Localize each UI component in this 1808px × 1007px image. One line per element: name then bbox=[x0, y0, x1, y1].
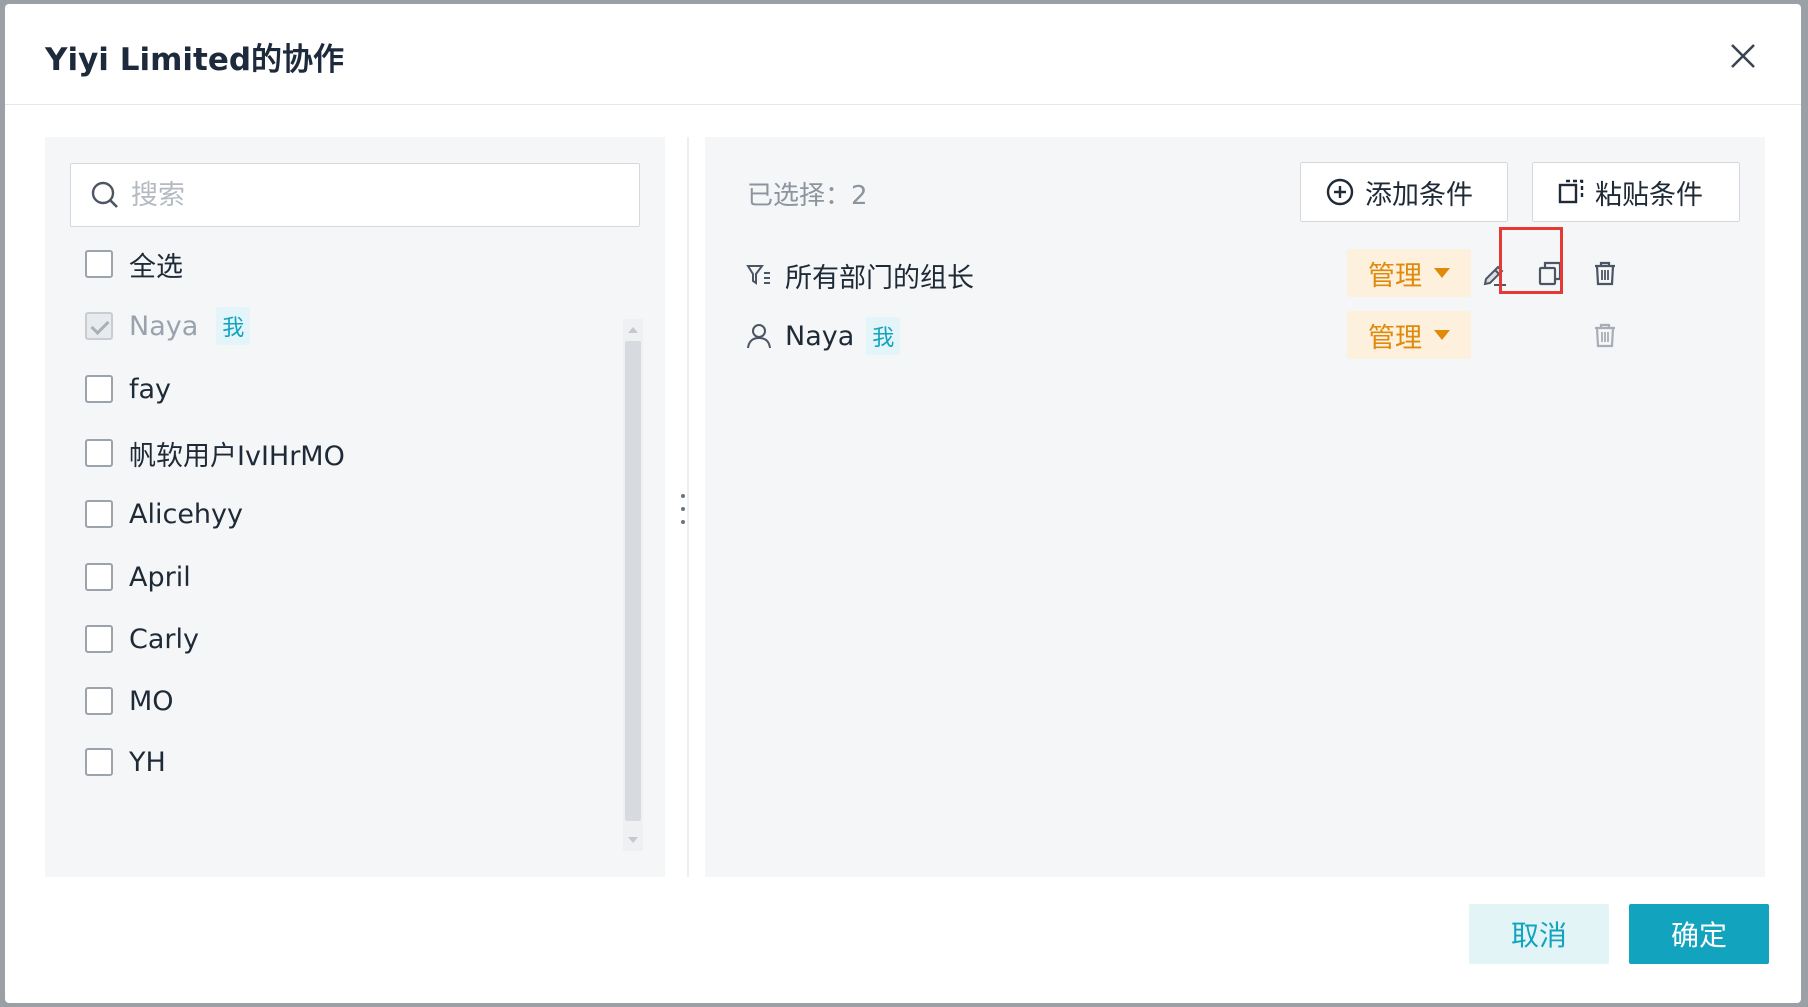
scroll-up-arrow[interactable] bbox=[628, 327, 638, 333]
member-checkbox[interactable] bbox=[85, 563, 113, 591]
close-button[interactable] bbox=[1723, 36, 1763, 76]
plus-circle-icon bbox=[1326, 178, 1354, 206]
member-checkbox[interactable] bbox=[85, 375, 113, 403]
member-name: YH bbox=[129, 746, 166, 778]
member-checkbox[interactable] bbox=[85, 748, 113, 776]
member-list-panel: 全选 Naya 我 fay 帆软用户IvIHrMO Alicehyy Ap bbox=[45, 137, 665, 877]
selected-panel: 已选择：2 添加条件 粘贴条件 所有部门的组长 管理 Naya 我 管理 bbox=[705, 137, 1765, 877]
user-icon bbox=[747, 324, 771, 349]
list-item[interactable]: Carly bbox=[85, 619, 199, 659]
list-item[interactable]: 帆软用户IvIHrMO bbox=[85, 433, 345, 473]
list-item: Naya 我 bbox=[85, 306, 251, 346]
select-all-item[interactable]: 全选 bbox=[85, 244, 183, 284]
member-name: MO bbox=[129, 685, 174, 717]
collaboration-dialog: Yiyi Limited的协作 全选 Naya 我 bbox=[5, 4, 1801, 1003]
caret-down-icon bbox=[1434, 330, 1450, 340]
permission-dropdown[interactable]: 管理 bbox=[1347, 249, 1471, 297]
resize-handle[interactable] bbox=[678, 494, 688, 524]
member-name: Carly bbox=[129, 623, 199, 655]
delete-button bbox=[1587, 317, 1623, 353]
caret-down-icon bbox=[1434, 268, 1450, 278]
dialog-title: Yiyi Limited的协作 bbox=[45, 42, 345, 78]
member-checkbox[interactable] bbox=[85, 625, 113, 653]
filter-icon bbox=[746, 265, 770, 285]
condition-name: 所有部门的组长 bbox=[785, 262, 974, 294]
member-checkbox bbox=[85, 312, 113, 340]
list-item[interactable]: April bbox=[85, 557, 191, 597]
list-item[interactable]: MO bbox=[85, 681, 174, 721]
select-all-label: 全选 bbox=[129, 251, 183, 283]
select-all-checkbox[interactable] bbox=[85, 250, 113, 278]
list-item[interactable]: YH bbox=[85, 742, 166, 782]
list-item[interactable]: fay bbox=[85, 369, 171, 409]
member-checkbox[interactable] bbox=[85, 687, 113, 715]
member-checkbox[interactable] bbox=[85, 439, 113, 467]
member-name: Naya bbox=[129, 310, 199, 342]
scrollbar-thumb[interactable] bbox=[625, 341, 641, 821]
permission-dropdown[interactable]: 管理 bbox=[1347, 311, 1471, 359]
list-item[interactable]: Alicehyy bbox=[85, 494, 243, 534]
member-list: 全选 Naya 我 fay 帆软用户IvIHrMO Alicehyy April… bbox=[45, 242, 665, 850]
user-name: Naya bbox=[785, 320, 855, 352]
member-name: 帆软用户IvIHrMO bbox=[129, 440, 345, 472]
add-condition-button[interactable]: 添加条件 bbox=[1300, 162, 1508, 222]
paste-icon bbox=[1558, 179, 1584, 204]
me-badge: 我 bbox=[866, 317, 901, 355]
cancel-button[interactable]: 取消 bbox=[1469, 904, 1609, 964]
me-badge: 我 bbox=[216, 307, 251, 345]
selected-count: 已选择：2 bbox=[747, 181, 868, 211]
member-checkbox[interactable] bbox=[85, 500, 113, 528]
close-icon bbox=[1731, 44, 1755, 68]
trash-icon bbox=[1595, 261, 1615, 286]
member-name: April bbox=[129, 561, 191, 593]
member-name: fay bbox=[129, 373, 172, 405]
dialog-header: Yiyi Limited的协作 bbox=[5, 4, 1801, 105]
highlight-box bbox=[1499, 227, 1563, 294]
search-box bbox=[70, 163, 640, 227]
member-name: Alicehyy bbox=[129, 498, 243, 530]
paste-condition-button[interactable]: 粘贴条件 bbox=[1532, 162, 1740, 222]
delete-button[interactable] bbox=[1587, 255, 1623, 291]
trash-icon bbox=[1595, 323, 1615, 348]
scroll-down-arrow[interactable] bbox=[628, 837, 638, 843]
confirm-button[interactable]: 确定 bbox=[1629, 904, 1769, 964]
search-icon bbox=[91, 181, 118, 208]
search-input[interactable] bbox=[131, 179, 611, 211]
list-scrollbar[interactable] bbox=[623, 319, 643, 851]
